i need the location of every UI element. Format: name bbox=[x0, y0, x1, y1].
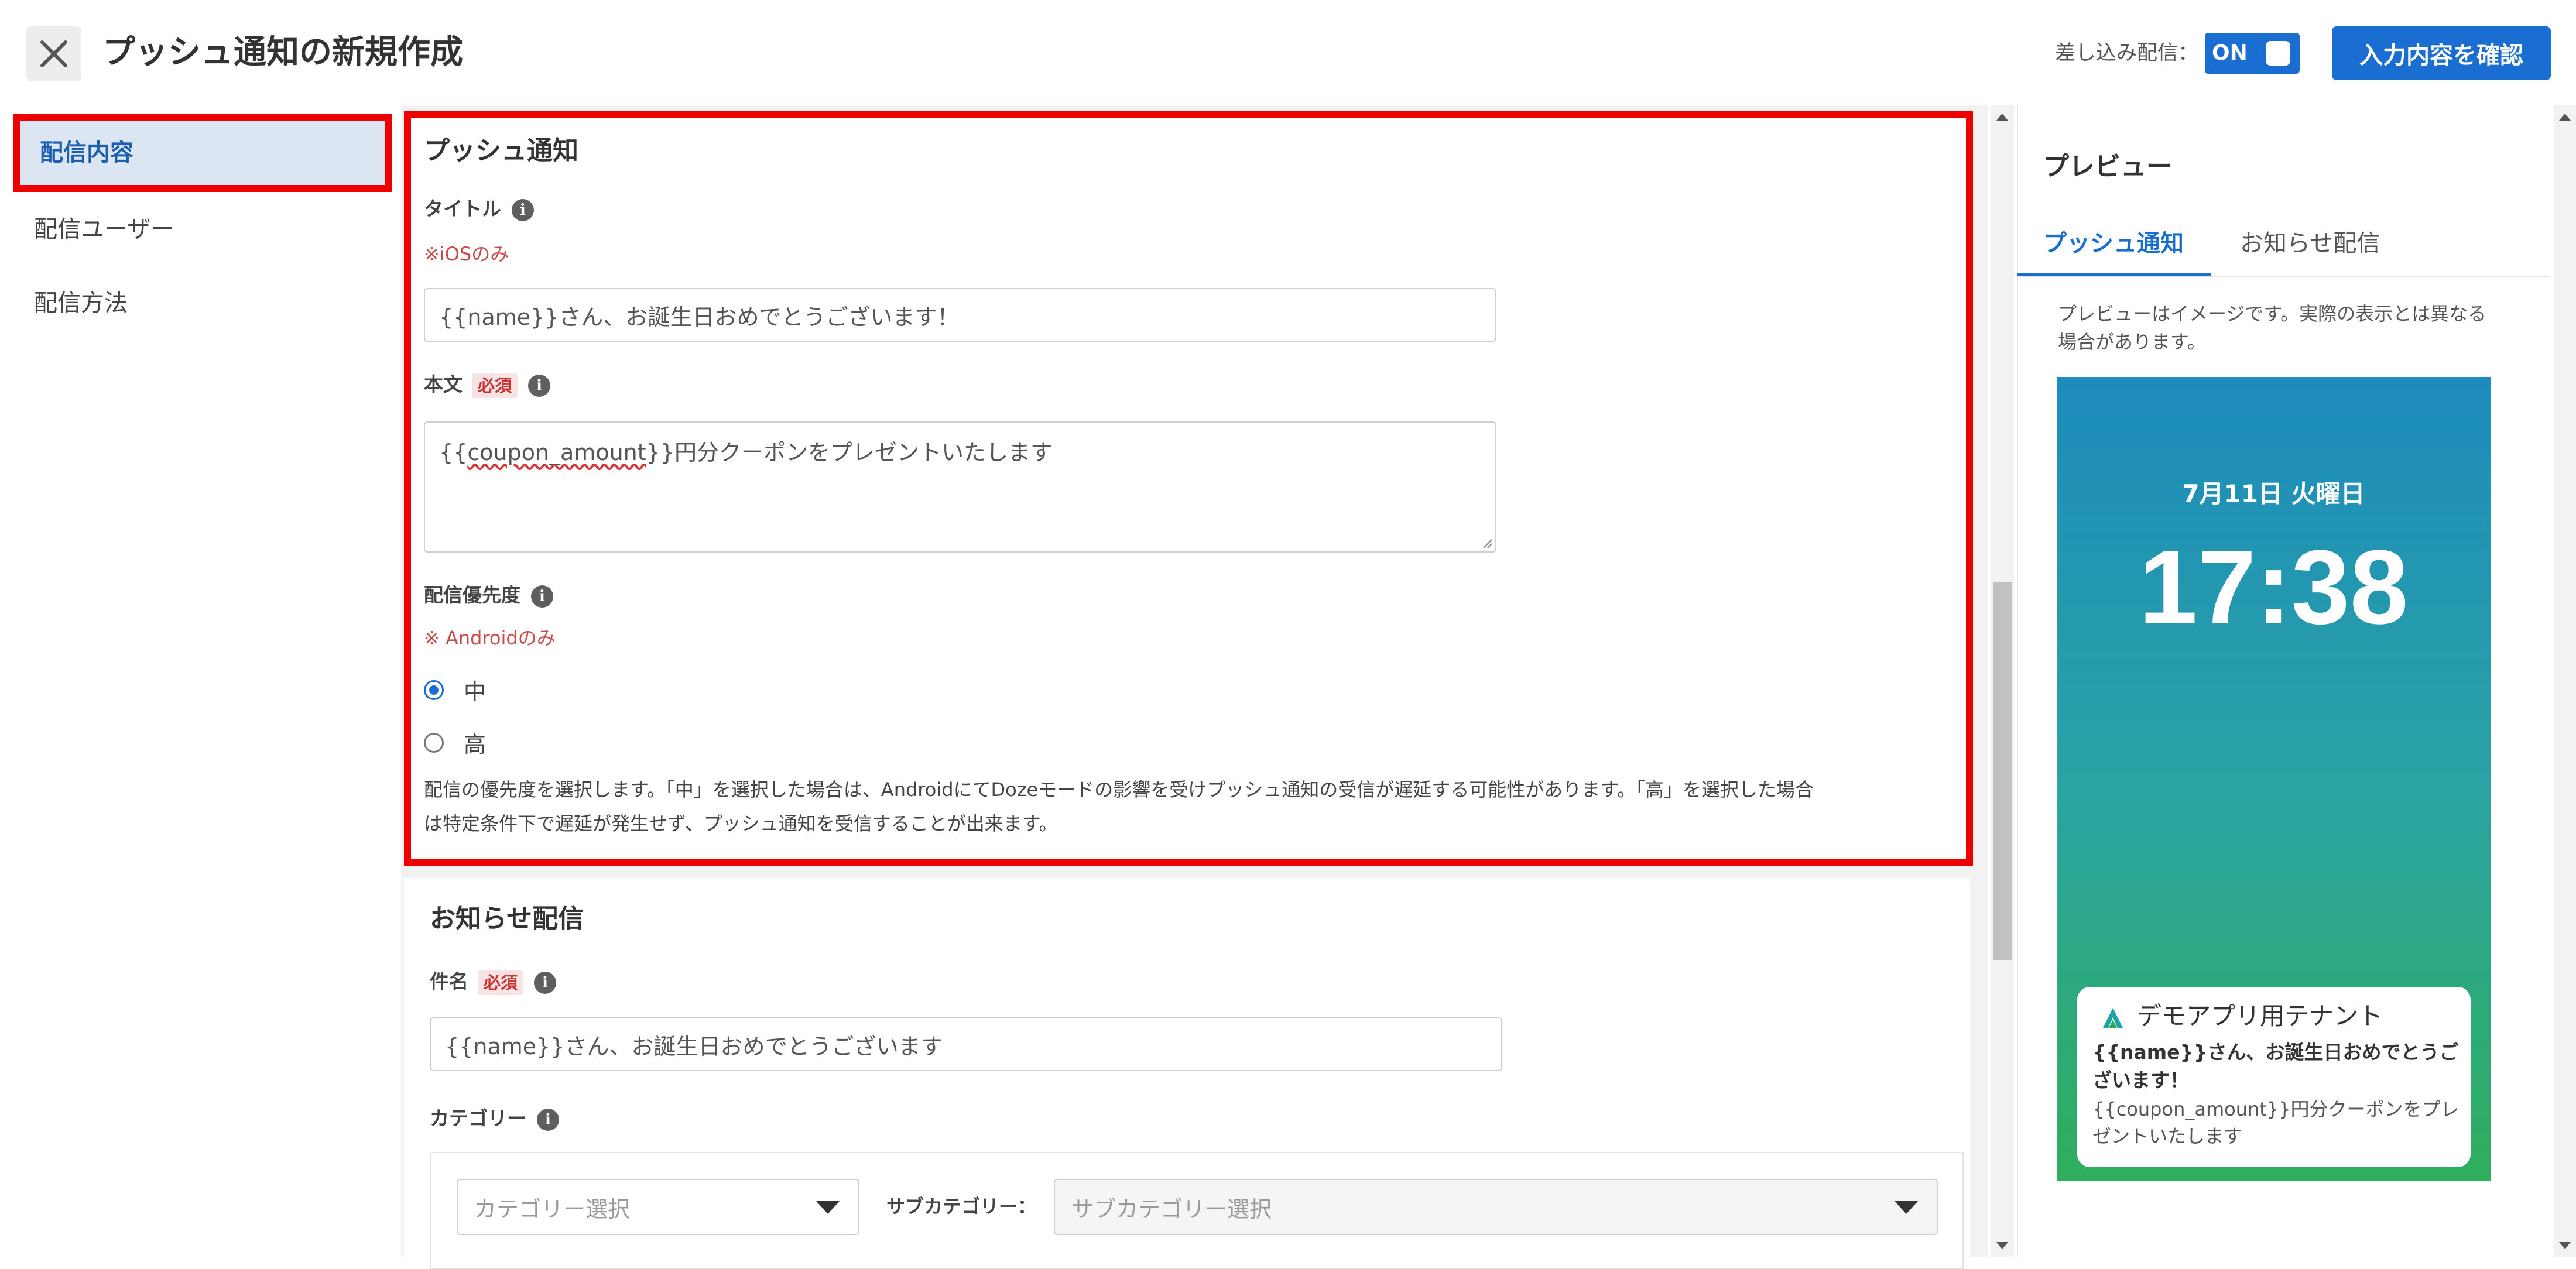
radio-button-checked[interactable] bbox=[424, 680, 444, 700]
scroll-up-icon[interactable] bbox=[1996, 114, 2008, 121]
phone-preview: 7月11日 火曜日 17:38 デモアプリ用テナント {{name}}さん、お誕… bbox=[2057, 377, 2491, 1181]
category-box: カテゴリー選択 サブカテゴリー： サブカテゴリー選択 bbox=[430, 1152, 1964, 1269]
sidebar-item-users[interactable]: 配信ユーザー bbox=[34, 212, 174, 247]
priority-description-line: は特定条件下で遅延が発生せず、プッシュ通知を受信することが出来ます。 bbox=[424, 812, 1058, 835]
scroll-up-icon[interactable] bbox=[2559, 114, 2571, 121]
info-icon[interactable]: i bbox=[534, 971, 557, 994]
body-label-text: 本文 bbox=[424, 373, 463, 396]
notification-app-name: デモアプリ用テナント bbox=[2137, 1002, 2383, 1030]
resize-handle-icon[interactable] bbox=[1481, 537, 1493, 549]
body-textarea[interactable]: {{coupon_amount}}円分クーポンをプレゼントいたします bbox=[424, 421, 1496, 553]
lockscreen-date: 7月11日 火曜日 bbox=[2182, 479, 2365, 508]
body-text-variable: coupon_amount bbox=[467, 440, 646, 465]
tab-active-indicator bbox=[2017, 273, 2211, 276]
info-icon[interactable]: i bbox=[512, 198, 534, 221]
preview-scrollbar[interactable] bbox=[2554, 105, 2576, 1257]
main-scrollbar-thumb[interactable] bbox=[1993, 582, 2012, 960]
news-section: お知らせ配信 件名 必須 i {{name}}さん、お誕生日おめでとうございます カ… bbox=[404, 878, 1970, 1269]
toggle-on-label: ON bbox=[2212, 41, 2248, 65]
priority-radio-high[interactable]: 高 bbox=[424, 727, 600, 762]
preview-note: プレビューはイメージです。実際の表示とは異なる場合があります。 bbox=[2058, 303, 2487, 353]
category-label: カテゴリー i bbox=[430, 1104, 559, 1133]
subject-input[interactable]: {{name}}さん、お誕生日おめでとうございます bbox=[430, 1017, 1502, 1071]
sidebar-item-method[interactable]: 配信方法 bbox=[34, 286, 128, 321]
radio-label-medium: 中 bbox=[464, 679, 487, 705]
body-text-prefix: {{ bbox=[439, 440, 468, 465]
lockscreen-time: 17:38 bbox=[2139, 529, 2409, 646]
body-label: 本文 必須 i bbox=[424, 370, 551, 399]
preview-title: プレビュー bbox=[2043, 152, 2172, 181]
radio-label-high: 高 bbox=[464, 732, 487, 757]
subcategory-placeholder: サブカテゴリー選択 bbox=[1071, 1196, 1272, 1222]
info-icon[interactable]: i bbox=[528, 374, 551, 397]
android-only-note: ※ Androidのみ bbox=[424, 627, 556, 649]
chevron-down-icon bbox=[1895, 1201, 1918, 1214]
title-label: タイトル i bbox=[424, 194, 534, 224]
close-icon bbox=[40, 40, 67, 67]
chevron-down-icon bbox=[816, 1201, 840, 1214]
page-title: プッシュ通知の新規作成 bbox=[102, 33, 463, 71]
priority-description-line: 配信の優先度を選択します。「中」を選択した場合は、AndroidにてDozeモー… bbox=[424, 778, 1814, 801]
close-button[interactable] bbox=[26, 26, 81, 81]
news-section-title: お知らせ配信 bbox=[430, 904, 584, 934]
sashikomi-label: 差し込み配信： bbox=[2055, 42, 2199, 65]
subcategory-select[interactable]: サブカテゴリー選択 bbox=[1054, 1179, 1938, 1235]
priority-label-text: 配信優先度 bbox=[424, 584, 520, 606]
info-icon[interactable]: i bbox=[537, 1108, 559, 1131]
notification-title: {{name}}さん、お誕生日おめでとうございます！ bbox=[2092, 1041, 2459, 1092]
sidebar-item-label: 配信内容 bbox=[40, 139, 133, 166]
push-section-title: プッシュ通知 bbox=[424, 136, 578, 166]
info-icon[interactable]: i bbox=[531, 585, 553, 608]
notification-body: {{coupon_amount}}円分クーポンをプレゼントいたします bbox=[2092, 1098, 2459, 1147]
push-notification-section: プッシュ通知 タイトル i ※iOSのみ {{name}}さん、お誕生日おめでとう… bbox=[404, 111, 1973, 866]
category-placeholder: カテゴリー選択 bbox=[474, 1196, 631, 1222]
toggle-knob bbox=[2266, 41, 2290, 66]
subject-label-text: 件名 bbox=[430, 970, 468, 993]
priority-label: 配信優先度 i bbox=[424, 581, 553, 610]
priority-description: 配信の優先度を選択します。「中」を選択した場合は、AndroidにてDozeモー… bbox=[424, 773, 1969, 841]
sidebar-item-content[interactable]: 配信内容 bbox=[13, 114, 392, 192]
ios-only-note: ※iOSのみ bbox=[424, 243, 509, 265]
radio-button[interactable] bbox=[424, 733, 444, 753]
scroll-down-icon[interactable] bbox=[2559, 1242, 2571, 1249]
app-logo-icon bbox=[2103, 1008, 2123, 1028]
category-select[interactable]: カテゴリー選択 bbox=[457, 1179, 859, 1235]
tab-news[interactable]: お知らせ配信 bbox=[2240, 226, 2380, 261]
notification-card: デモアプリ用テナント {{name}}さん、お誕生日おめでとうございます！ {{… bbox=[2077, 987, 2471, 1167]
sashikomi-toggle[interactable]: ON bbox=[2205, 33, 2300, 74]
subject-label: 件名 必須 i bbox=[430, 967, 557, 996]
priority-radio-medium[interactable]: 中 bbox=[424, 674, 600, 709]
tab-push-notification[interactable]: プッシュ通知 bbox=[2043, 226, 2184, 261]
tab-divider bbox=[2017, 276, 2550, 277]
subcategory-label: サブカテゴリー： bbox=[886, 1195, 1037, 1217]
scroll-down-icon[interactable] bbox=[1996, 1242, 2008, 1249]
title-label-text: タイトル bbox=[424, 197, 501, 220]
category-label-text: カテゴリー bbox=[430, 1107, 526, 1130]
title-input[interactable]: {{name}}さん、お誕生日おめでとうございます！ bbox=[424, 288, 1496, 342]
confirm-button[interactable]: 入力内容を確認 bbox=[2332, 26, 2551, 80]
required-badge: 必須 bbox=[472, 373, 518, 398]
body-text-suffix: }}円分クーポンをプレゼントいたします bbox=[646, 440, 1053, 465]
required-badge: 必須 bbox=[478, 970, 524, 995]
